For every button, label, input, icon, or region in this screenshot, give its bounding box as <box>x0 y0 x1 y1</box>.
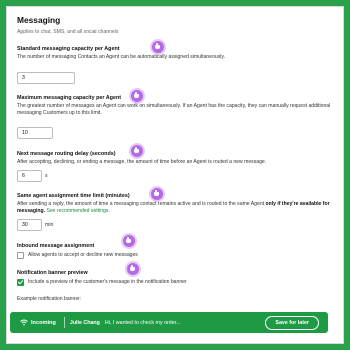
notification-preview-row[interactable]: Include a preview of the customer's mess… <box>17 278 333 286</box>
standard-capacity-input[interactable]: 3 <box>17 71 75 84</box>
setting-standard-capacity: Standard messaging capacity per Agent Th… <box>17 41 333 84</box>
divider <box>63 317 65 328</box>
setting-label: Inbound message assignment <box>17 242 95 249</box>
setting-description: The greatest number of messages an Agent… <box>17 102 331 117</box>
include-preview-checkbox[interactable] <box>17 278 24 286</box>
cursor-hand-icon <box>131 89 143 102</box>
message-preview: Hi, I wanted to check my order... <box>104 319 181 326</box>
messaging-settings-panel: Messaging Applies to chat, SMS, and all … <box>6 6 344 344</box>
recommended-settings-link[interactable]: See recommended settings. <box>46 208 109 214</box>
time-limit-input[interactable]: 30 <box>17 218 42 231</box>
example-banner-label: Example notification banner: <box>17 295 82 302</box>
setting-routing-delay: Next message routing delay (seconds) Aft… <box>17 144 333 182</box>
allow-accept-decline-checkbox[interactable] <box>17 251 24 259</box>
maximum-capacity-input[interactable]: 10 <box>17 126 53 139</box>
cursor-hand-icon <box>123 234 135 247</box>
setting-description: The number of messaging Contacts an Agen… <box>17 54 226 60</box>
setting-label: Notification banner preview <box>17 269 88 276</box>
setting-notification-preview: Notification banner preview Include a pr… <box>17 262 333 286</box>
setting-description: After accepting, declining, or ending a … <box>17 158 267 165</box>
unit-label: s <box>45 172 48 179</box>
customer-name: Julie Chang <box>69 319 100 326</box>
description-text: After sending a reply, the amount of tim… <box>17 200 265 207</box>
unit-label: min <box>45 221 54 228</box>
save-for-later-button[interactable]: Save for later <box>265 315 319 330</box>
wifi-icon <box>20 319 28 326</box>
setting-label: Same agent assignment time limit (minute… <box>17 192 130 199</box>
setting-label: Maximum messaging capacity per Agent <box>17 94 122 101</box>
setting-label: Next message routing delay (seconds) <box>17 150 116 157</box>
setting-label: Standard messaging capacity per Agent <box>17 46 120 52</box>
cursor-hand-icon <box>152 41 164 53</box>
routing-delay-input[interactable]: 6 <box>17 169 42 182</box>
checkbox-label: Include a preview of the customer's mess… <box>28 279 187 286</box>
cursor-hand-icon <box>127 262 139 275</box>
page-title: Messaging <box>17 15 61 25</box>
cursor-hand-icon <box>151 187 163 200</box>
setting-inbound-assignment: Inbound message assignment Allow agents … <box>17 234 333 259</box>
setting-maximum-capacity: Maximum messaging capacity per Agent The… <box>17 89 333 139</box>
cursor-hand-icon <box>131 144 143 157</box>
page-subtitle: Applies to chat, SMS, and all social cha… <box>17 29 119 35</box>
setting-same-agent-time-limit: Same agent assignment time limit (minute… <box>17 187 333 231</box>
checkbox-label: Allow agents to accept or decline new me… <box>28 252 138 259</box>
incoming-label: Incoming <box>31 319 56 326</box>
inbound-assignment-row[interactable]: Allow agents to accept or decline new me… <box>17 251 333 259</box>
example-notification-banner: Incoming Julie Chang Hi, I wanted to che… <box>10 312 328 333</box>
setting-description: After sending a reply, the amount of tim… <box>17 201 333 216</box>
